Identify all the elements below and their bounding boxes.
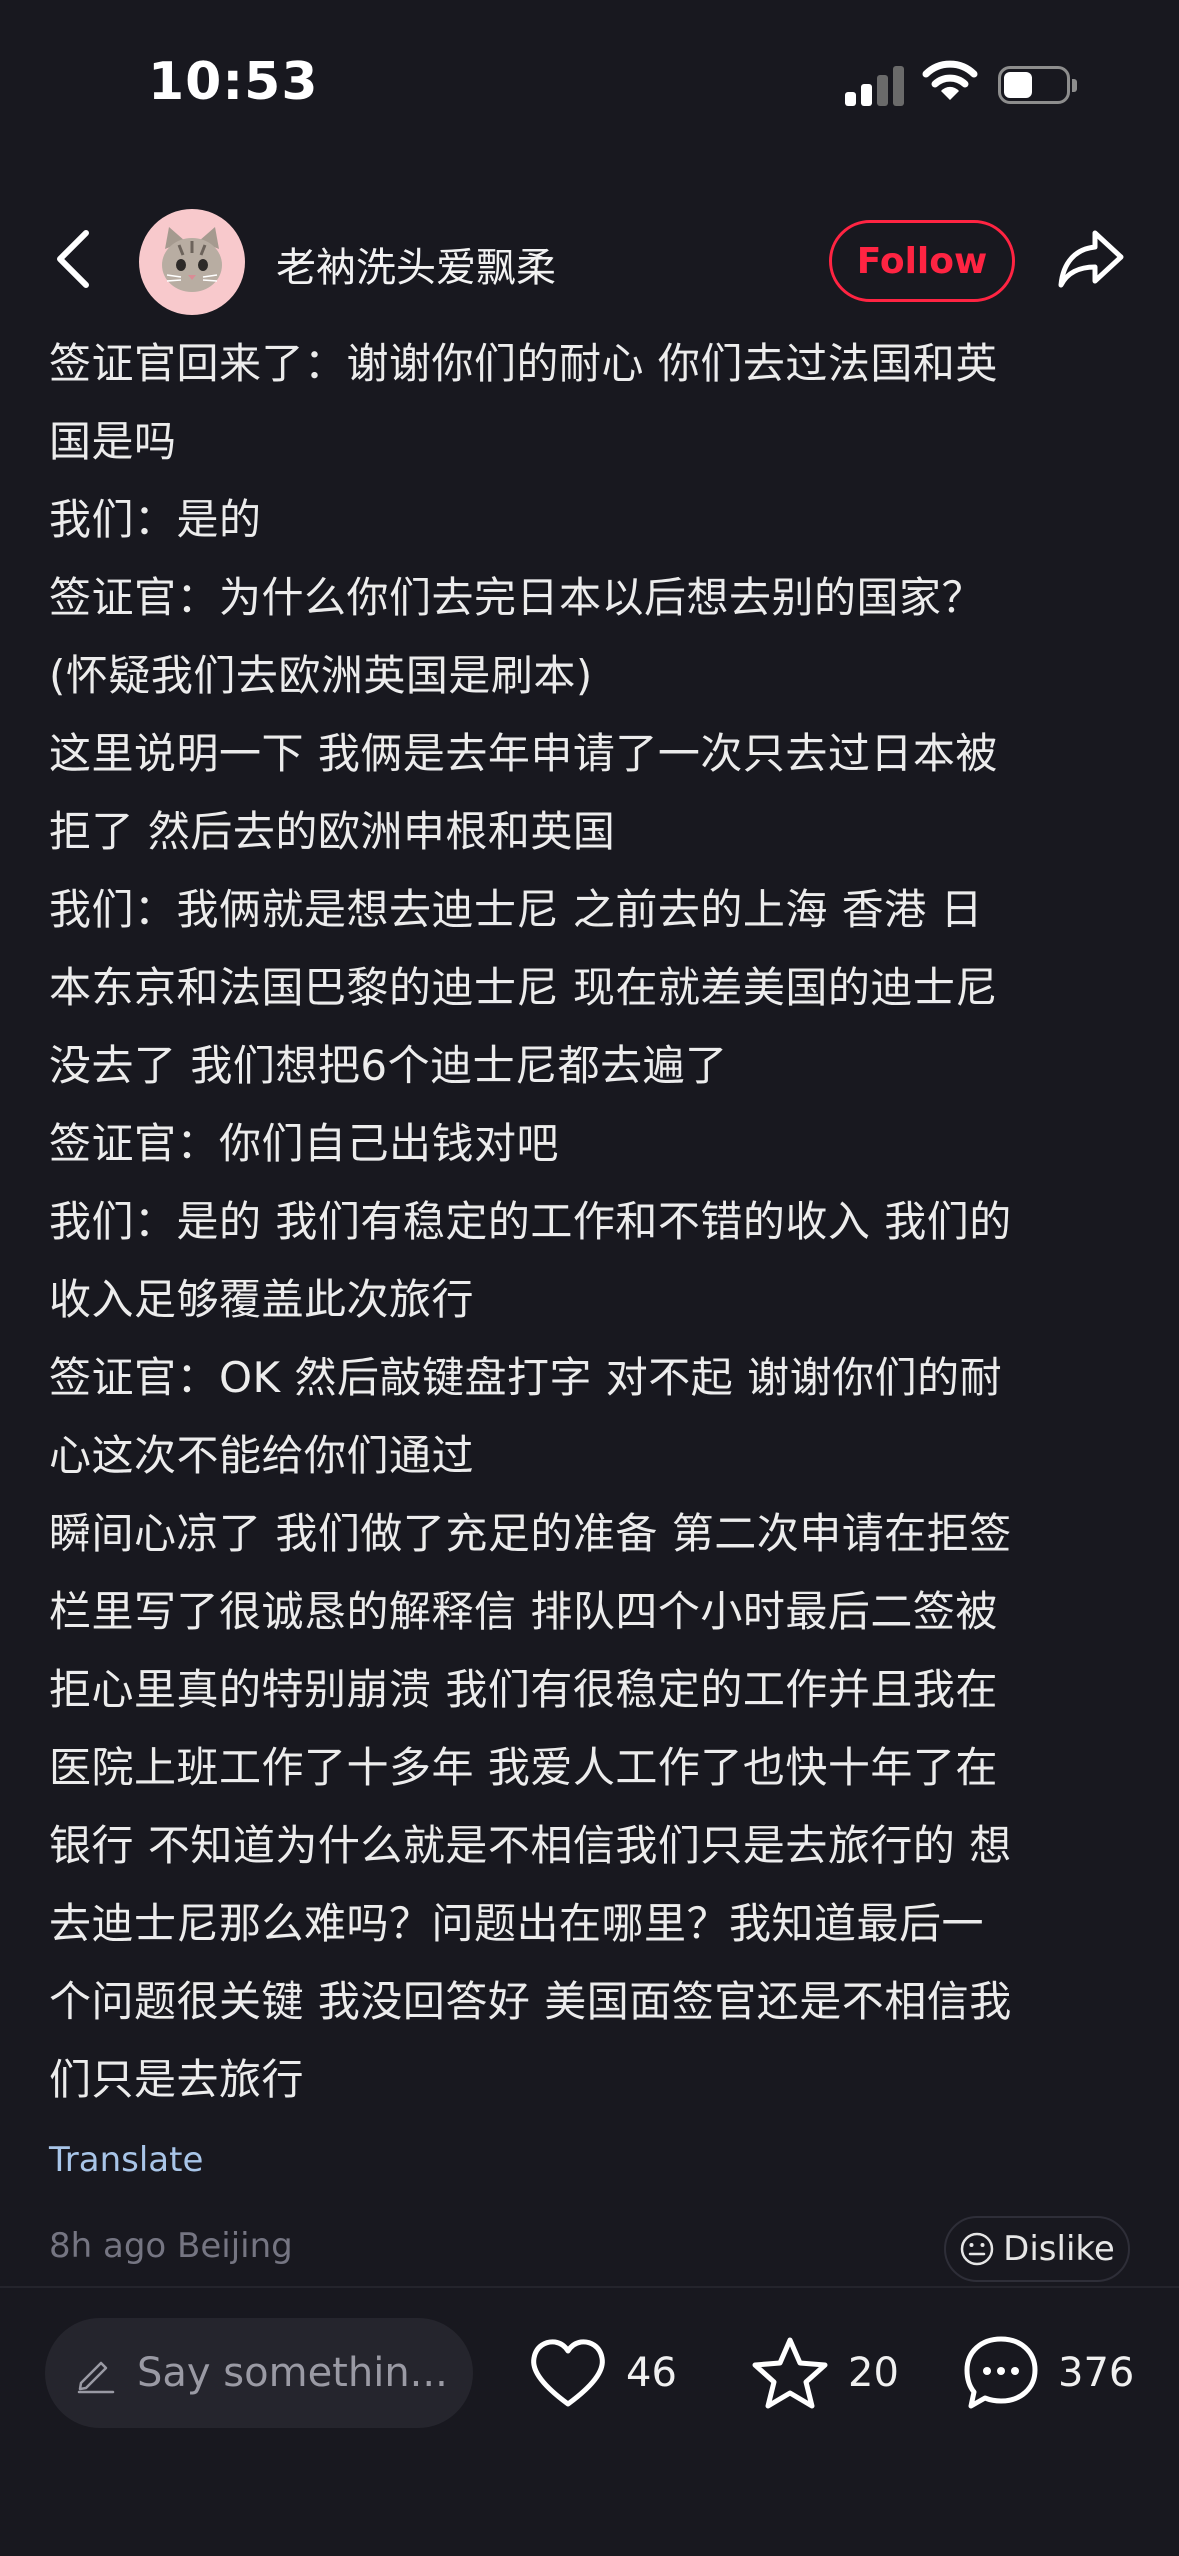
back-chevron-icon[interactable] [50,227,100,291]
collect-button[interactable]: 20 [750,2328,899,2418]
collect-count: 20 [848,2350,899,2396]
like-count: 46 [626,2350,677,2396]
post-text-line: 们只是去旅行 [49,2055,305,2104]
post-text-line: 心这次不能给你们通过 [49,1431,475,1480]
share-icon[interactable] [1055,225,1127,295]
translate-link[interactable]: Translate [49,2140,203,2180]
battery-icon [998,66,1077,104]
post-text-line: 我们：我俩就是想去迪士尼 之前去的上海 香港 日 [49,885,984,934]
post-text-line: 拒了 然后去的欧洲申根和英国 [49,807,616,856]
divider [0,2286,1179,2288]
post-text-line: 国是吗 [49,417,177,466]
post-text-line: 银行 不知道为什么就是不相信我们只是去旅行的 想 [49,1821,1012,1870]
follow-button[interactable]: Follow [829,220,1015,302]
author-name[interactable]: 老衲洗头爱飘柔 [276,235,556,293]
post-text-line: 个问题很关键 我没回答好 美国面签官还是不相信我 [49,1977,1012,2026]
post-text-line: (怀疑我们去欧洲英国是刷本) [49,651,593,700]
star-icon [752,2337,828,2409]
author-avatar[interactable] [139,209,245,315]
post-text-line: 栏里写了很诚恳的解释信 排队四个小时最后二签被 [49,1587,998,1636]
post-text-line: 这里说明一下 我俩是去年申请了一次只去过日本被 [49,729,998,778]
post-body: 签证官回来了：谢谢你们的耐心 你们去过法国和英 国是吗我们：是的签证官：为什么你们… [49,325,1139,2119]
post-text-line: 签证官：你们自己出钱对吧 [49,1119,560,1168]
post-text-line: 去迪士尼那么难吗？问题出在哪里？我知道最后一 [49,1899,985,1948]
post-text-line: 签证官：为什么你们去完日本以后想去别的国家？ [49,573,985,622]
post-text-line: 本东京和法国巴黎的迪士尼 现在就差美国的迪士尼 [49,963,998,1012]
neutral-face-icon [960,2232,994,2266]
post-text-line: 医院上班工作了十多年 我爱人工作了也快十年了在 [49,1743,998,1792]
dislike-button[interactable]: Dislike [944,2216,1130,2282]
status-time: 10:53 [148,52,319,112]
status-bar: 10:53 [0,0,1179,180]
heart-icon [531,2339,605,2407]
like-button[interactable]: 46 [528,2328,677,2418]
post-text-line: 没去了 我们想把6个迪士尼都去遍了 [49,1041,728,1090]
post-text-line: 我们：是的 [49,495,262,544]
wifi-icon [922,60,978,100]
comment-input[interactable]: Say somethin... [45,2318,473,2428]
pencil-icon [77,2361,115,2394]
post-text-line: 签证官回来了：谢谢你们的耐心 你们去过法国和英 [49,339,998,388]
cellular-signal-icon [845,64,905,106]
comment-placeholder: Say somethin... [137,2350,448,2396]
post-text-line: 收入足够覆盖此次旅行 [49,1275,475,1324]
battery-level [1004,72,1032,98]
post-header: 老衲洗头爱飘柔 Follow [0,205,1179,315]
post-text-line: 拒心里真的特别崩溃 我们有很稳定的工作并且我在 [49,1665,998,1714]
speech-bubble-icon [964,2336,1038,2409]
cat-face-icon [162,227,222,292]
post-meta: 8h ago Beijing [49,2226,293,2266]
post-text-line: 签证官：OK 然后敲键盘打字 对不起 谢谢你们的耐 [49,1353,1003,1402]
comment-count: 376 [1058,2350,1135,2396]
post-text-line: 我们：是的 我们有稳定的工作和不错的收入 我们的 [49,1197,1012,1246]
bottom-action-bar: Say somethin... 46 20 376 [0,2290,1179,2556]
dislike-label: Dislike [1003,2229,1115,2269]
comment-button[interactable]: 376 [962,2328,1134,2418]
post-text-line: 瞬间心凉了 我们做了充足的准备 第二次申请在拒签 [49,1509,1012,1558]
